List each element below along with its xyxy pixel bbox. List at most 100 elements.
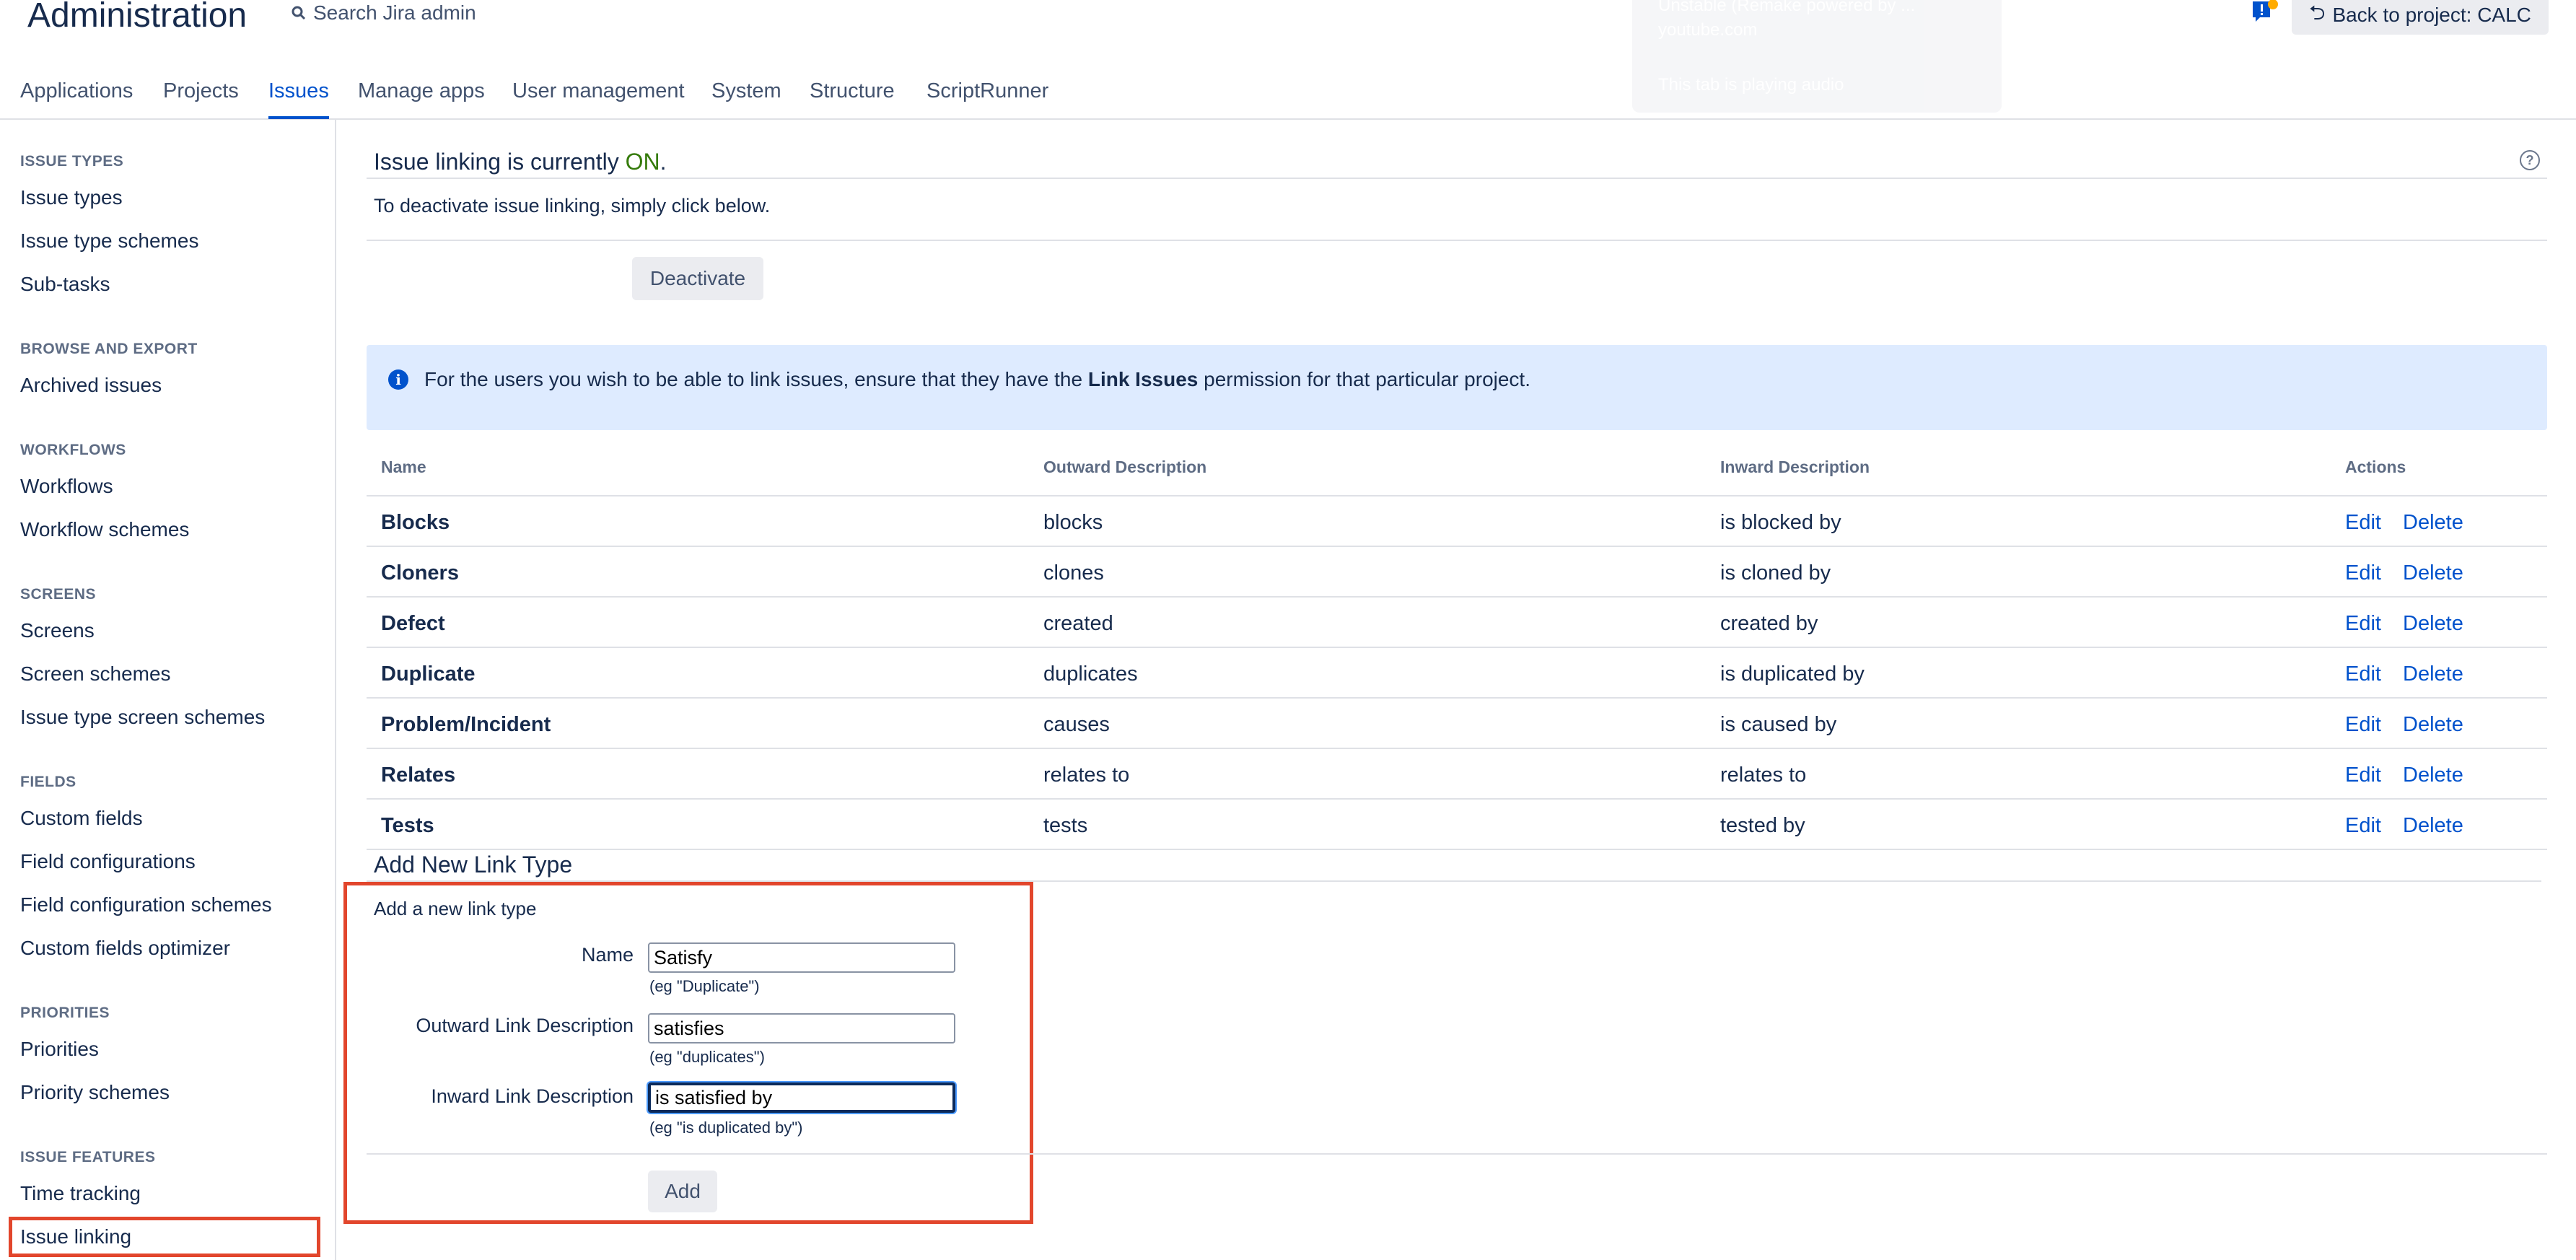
status-suffix: . [660, 149, 667, 175]
notification-icon[interactable] [2250, 0, 2279, 26]
inward-description: is caused by [1720, 713, 1837, 736]
outward-description: relates to [1043, 764, 1130, 787]
sidebar-item-sub-tasks[interactable]: Sub-tasks [20, 273, 110, 296]
sidebar-item-custom-fields-optimizer[interactable]: Custom fields optimizer [20, 937, 230, 960]
info-banner-text: For the users you wish to be able to lin… [424, 368, 1530, 391]
sidebar-item-issue-type-screen-schemes[interactable]: Issue type screen schemes [20, 706, 265, 729]
outward-description-input[interactable] [648, 1013, 955, 1044]
sidebar-item-priority-schemes[interactable]: Priority schemes [20, 1081, 170, 1104]
tab-issues[interactable]: Issues [268, 79, 329, 119]
sidebar-heading-screens: SCREENS [20, 586, 97, 603]
link-type-name: Problem/Incident [381, 713, 551, 736]
outward-description-label: Outward Link Description [416, 1015, 634, 1036]
sidebar-item-screen-schemes[interactable]: Screen schemes [20, 662, 171, 686]
column-header-inward: Inward Description [1720, 458, 1870, 476]
delete-link[interactable]: Delete [2403, 764, 2463, 787]
table-row: Tests tests tested by Edit Delete [367, 798, 2547, 850]
link-type-name: Defect [381, 612, 445, 635]
name-input[interactable] [648, 942, 955, 973]
selected-item-highlight [9, 1217, 320, 1257]
outward-description-hint: (eg "duplicates") [649, 1048, 765, 1066]
sidebar-item-field-configuration-schemes[interactable]: Field configuration schemes [20, 893, 272, 916]
delete-link[interactable]: Delete [2403, 814, 2463, 838]
inward-description-hint: (eg "is duplicated by") [649, 1119, 803, 1137]
add-button[interactable]: Add [648, 1171, 717, 1212]
edit-link[interactable]: Edit [2345, 511, 2381, 535]
add-link-type-title: Add New Link Type [374, 852, 573, 878]
banner-text-after: permission for that particular project. [1198, 368, 1530, 390]
sidebar-item-issue-type-schemes[interactable]: Issue type schemes [20, 229, 198, 253]
add-link-subtitle: Add a new link type [374, 898, 537, 919]
outward-description: tests [1043, 814, 1088, 837]
info-icon: i [388, 369, 408, 390]
sidebar-item-priorities[interactable]: Priorities [20, 1038, 99, 1061]
outward-description: blocks [1043, 511, 1103, 534]
edit-link[interactable]: Edit [2345, 814, 2381, 838]
table-row: Defect created created by Edit Delete [367, 596, 2547, 648]
sidebar-heading-issue-features: ISSUE FEATURES [20, 1149, 156, 1165]
sidebar-heading-workflows: WORKFLOWS [20, 442, 126, 458]
delete-link[interactable]: Delete [2403, 662, 2463, 686]
tab-user-management[interactable]: User management [512, 79, 685, 103]
page-title: Administration [27, 0, 247, 35]
name-label: Name [581, 944, 634, 966]
back-to-project-button[interactable]: ⮌ Back to project: CALC [2292, 0, 2549, 35]
delete-link[interactable]: Delete [2403, 561, 2463, 585]
inward-description: is duplicated by [1720, 662, 1865, 686]
admin-sidebar: ISSUE TYPES Issue types Issue type schem… [0, 120, 336, 1260]
tab-structure[interactable]: Structure [810, 79, 895, 103]
sidebar-item-issue-types[interactable]: Issue types [20, 186, 123, 209]
inward-description-input[interactable] [648, 1082, 955, 1113]
column-header-actions: Actions [2345, 458, 2406, 476]
link-type-name: Cloners [381, 561, 459, 585]
search-icon [292, 6, 306, 20]
sidebar-item-screens[interactable]: Screens [20, 619, 95, 642]
edit-link[interactable]: Edit [2345, 561, 2381, 585]
tab-applications[interactable]: Applications [20, 79, 133, 103]
outward-description: duplicates [1043, 662, 1138, 686]
deactivate-button[interactable]: Deactivate [632, 257, 763, 300]
delete-link[interactable]: Delete [2403, 612, 2463, 636]
inward-description: is blocked by [1720, 511, 1841, 534]
table-row: Problem/Incident causes is caused by Edit De… [367, 697, 2547, 749]
inward-description: relates to [1720, 764, 1807, 787]
table-row: Blocks blocks is blocked by Edit Delete [367, 495, 2547, 547]
linking-status-heading: Issue linking is currently ON. [374, 149, 666, 175]
edit-link[interactable]: Edit [2345, 713, 2381, 737]
column-header-outward: Outward Description [1043, 458, 1207, 476]
sidebar-item-field-configurations[interactable]: Field configurations [20, 850, 196, 873]
sidebar-heading-issue-types: ISSUE TYPES [20, 153, 124, 170]
sidebar-heading-fields: FIELDS [20, 774, 76, 790]
tab-system[interactable]: System [711, 79, 781, 103]
help-icon[interactable]: ? [2520, 150, 2540, 170]
sidebar-item-workflows[interactable]: Workflows [20, 475, 113, 498]
delete-link[interactable]: Delete [2403, 713, 2463, 737]
inward-description: tested by [1720, 814, 1805, 837]
back-to-project-label: Back to project: CALC [2332, 4, 2531, 26]
divider [367, 240, 2547, 241]
tab-projects[interactable]: Projects [163, 79, 239, 103]
sidebar-heading-browse-export: BROWSE AND EXPORT [20, 341, 198, 357]
sidebar-item-archived-issues[interactable]: Archived issues [20, 374, 162, 397]
sidebar-item-time-tracking[interactable]: Time tracking [20, 1182, 141, 1205]
status-state: ON [625, 149, 660, 175]
delete-link[interactable]: Delete [2403, 511, 2463, 535]
divider [367, 178, 2547, 179]
sidebar-item-workflow-schemes[interactable]: Workflow schemes [20, 518, 189, 541]
tab-scriptrunner[interactable]: ScriptRunner [926, 79, 1048, 103]
outward-description: causes [1043, 713, 1110, 736]
tab-manage-apps[interactable]: Manage apps [358, 79, 485, 103]
inward-description: is cloned by [1720, 561, 1831, 585]
search-admin[interactable]: Search Jira admin [290, 1, 476, 25]
edit-link[interactable]: Edit [2345, 612, 2381, 636]
sidebar-item-custom-fields[interactable]: Custom fields [20, 807, 143, 830]
table-row: Duplicate duplicates is duplicated by Edit D… [367, 647, 2547, 699]
divider [367, 1153, 2547, 1155]
tooltip-domain: youtube.com [1658, 20, 1758, 40]
banner-text-bold: Link Issues [1087, 368, 1199, 390]
table-bottom-border [367, 849, 2547, 850]
status-prefix: Issue linking is currently [374, 149, 626, 175]
sidebar-heading-priorities: PRIORITIES [20, 1005, 110, 1021]
edit-link[interactable]: Edit [2345, 764, 2381, 787]
edit-link[interactable]: Edit [2345, 662, 2381, 686]
